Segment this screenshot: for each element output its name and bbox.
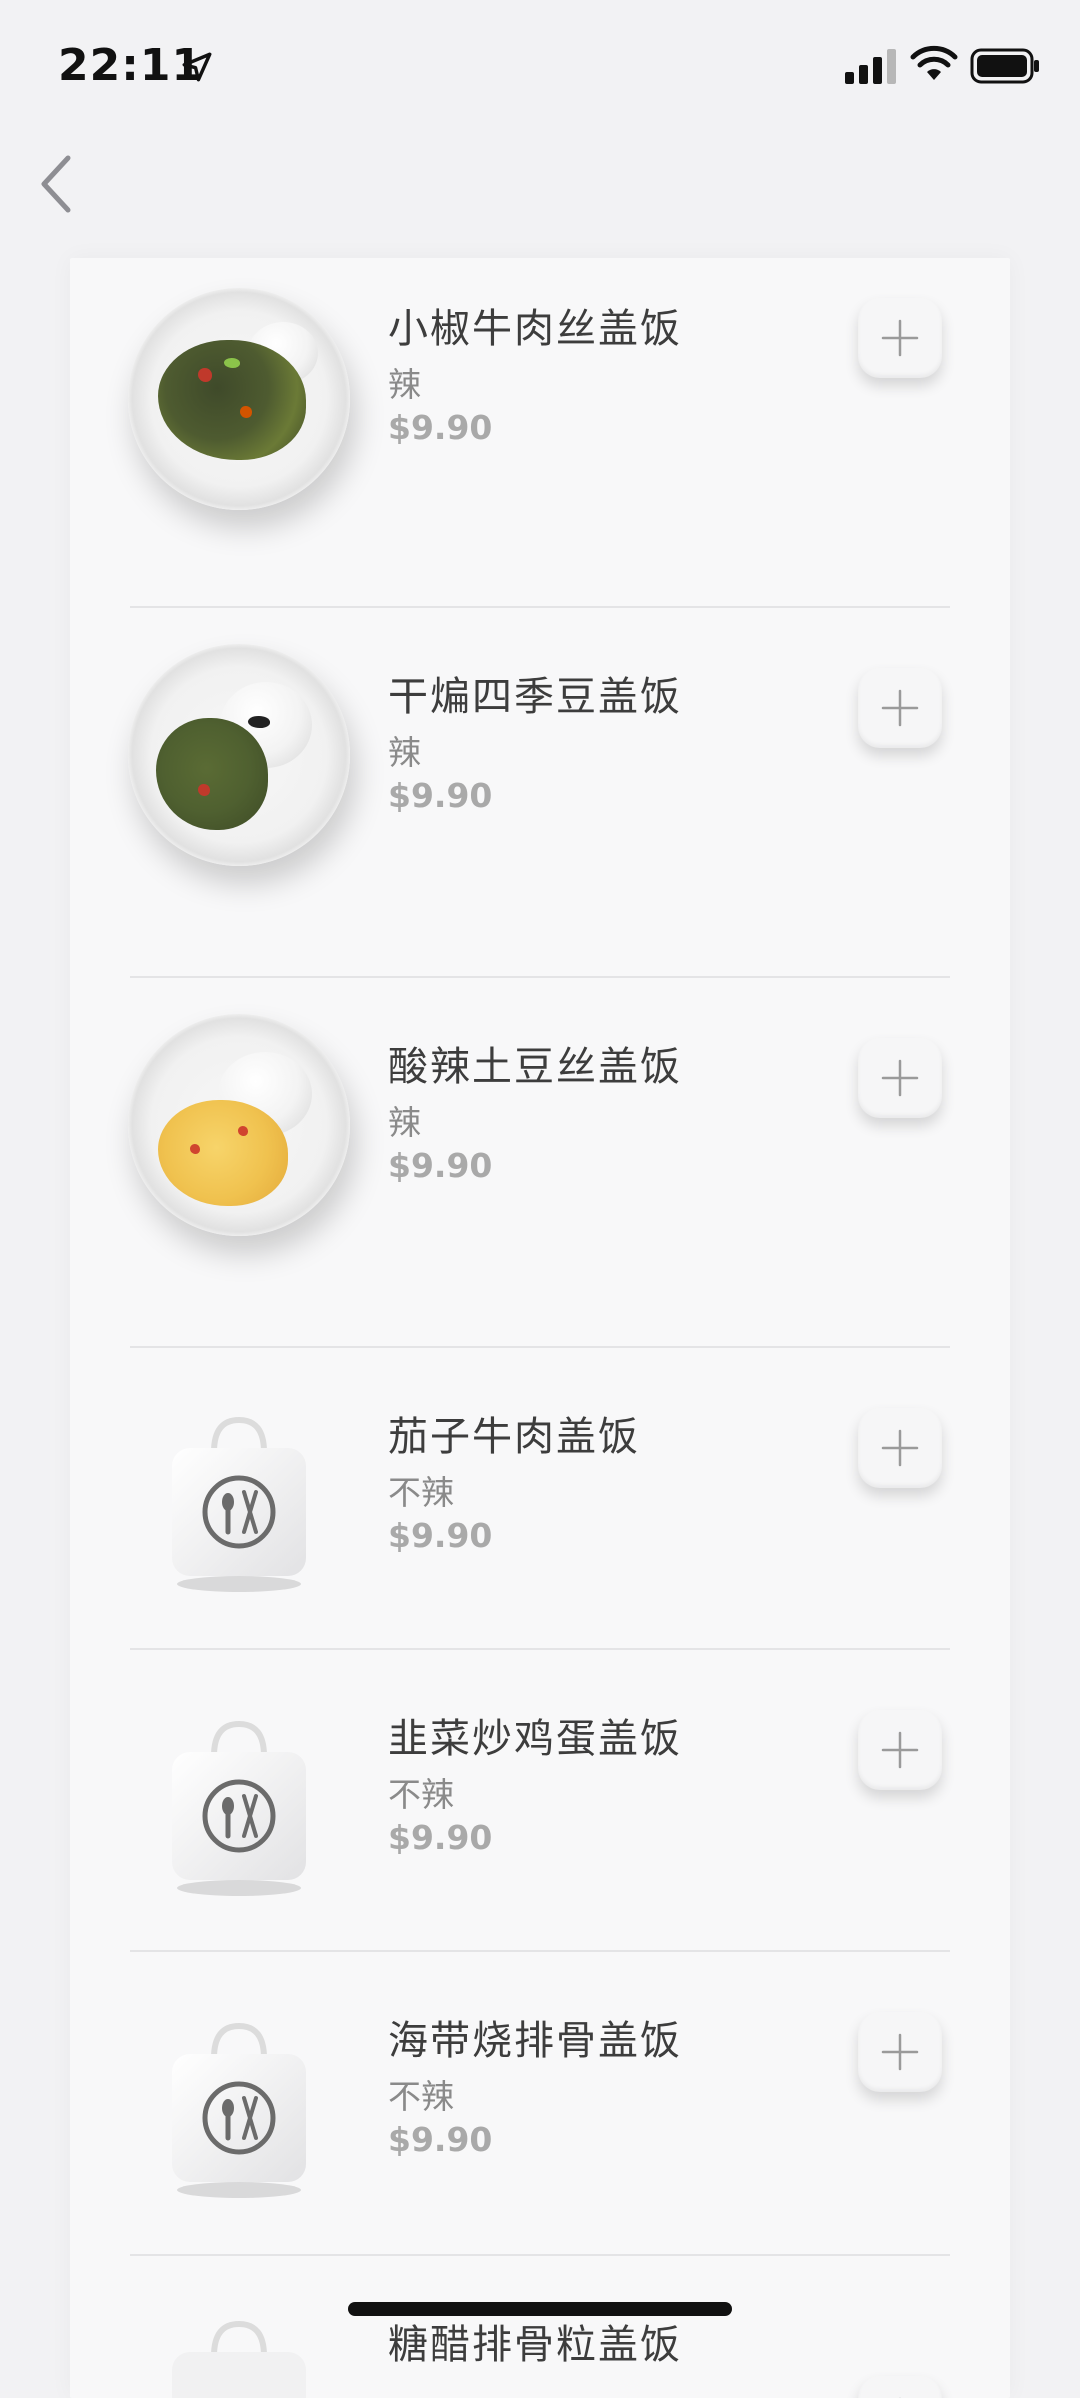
item-price: $9.90 [388, 2120, 493, 2159]
item-spice-level: 不辣 [388, 2077, 454, 2116]
battery-icon [970, 48, 1039, 84]
dish-image [128, 288, 350, 510]
item-spice-level: 辣 [388, 1103, 421, 1142]
add-to-cart-button[interactable] [858, 2376, 942, 2398]
menu-list: 小椒牛肉丝盖饭 辣 $9.90 干煸四季豆盖饭 辣 $9.90 酸辣土豆丝盖饭 … [70, 258, 1010, 2398]
dish-image [128, 1014, 350, 1236]
add-to-cart-button[interactable] [858, 1038, 942, 1118]
menu-item[interactable]: 韭菜炒鸡蛋盖饭 不辣 $9.90 [70, 1650, 1010, 1952]
item-spice-level: 辣 [388, 365, 421, 404]
menu-item[interactable]: 干煸四季豆盖饭 辣 $9.90 [70, 608, 1010, 978]
menu-item[interactable]: 糖醋排骨粒盖饭 [70, 2256, 1010, 2398]
takeout-bag-icon [172, 2022, 306, 2198]
status-bar: 22:11 [0, 0, 1080, 132]
back-button[interactable] [30, 150, 82, 218]
item-price: $9.90 [388, 1516, 493, 1555]
item-name: 酸辣土豆丝盖饭 [388, 1044, 682, 1090]
cellular-signal-icon [845, 49, 896, 84]
item-name: 干煸四季豆盖饭 [388, 674, 682, 720]
add-to-cart-button[interactable] [858, 2012, 942, 2092]
menu-item[interactable]: 海带烧排骨盖饭 不辣 $9.90 [70, 1952, 1010, 2256]
takeout-bag-icon [172, 2320, 306, 2398]
wifi-icon [910, 45, 958, 80]
home-indicator[interactable] [348, 2302, 732, 2316]
item-name: 糖醋排骨粒盖饭 [388, 2322, 682, 2368]
plus-icon [881, 2033, 919, 2071]
menu-item[interactable]: 酸辣土豆丝盖饭 辣 $9.90 [70, 978, 1010, 1348]
plus-icon [881, 1059, 919, 1097]
add-to-cart-button[interactable] [858, 298, 942, 378]
plus-icon [881, 1731, 919, 1769]
item-price: $9.90 [388, 408, 493, 447]
plus-icon [881, 319, 919, 357]
item-price: $9.90 [388, 1146, 493, 1185]
takeout-bag-icon [172, 1416, 306, 1592]
item-price: $9.90 [388, 776, 493, 815]
item-spice-level: 辣 [388, 733, 421, 772]
item-name: 茄子牛肉盖饭 [388, 1414, 640, 1460]
add-to-cart-button[interactable] [858, 1408, 942, 1488]
plus-icon [881, 1429, 919, 1467]
item-name: 小椒牛肉丝盖饭 [388, 306, 682, 352]
menu-item[interactable]: 小椒牛肉丝盖饭 辣 $9.90 [70, 258, 1010, 608]
item-price: $9.90 [388, 1818, 493, 1857]
item-spice-level: 不辣 [388, 1775, 454, 1814]
item-name: 韭菜炒鸡蛋盖饭 [388, 1716, 682, 1762]
dish-image [128, 644, 350, 866]
location-arrow-icon [182, 52, 212, 82]
item-spice-level: 不辣 [388, 1473, 454, 1512]
chevron-left-icon [41, 155, 71, 213]
add-to-cart-button[interactable] [858, 1710, 942, 1790]
add-to-cart-button[interactable] [858, 668, 942, 748]
takeout-bag-icon [172, 1720, 306, 1896]
menu-item[interactable]: 茄子牛肉盖饭 不辣 $9.90 [70, 1348, 1010, 1650]
item-name: 海带烧排骨盖饭 [388, 2018, 682, 2064]
plus-icon [881, 689, 919, 727]
